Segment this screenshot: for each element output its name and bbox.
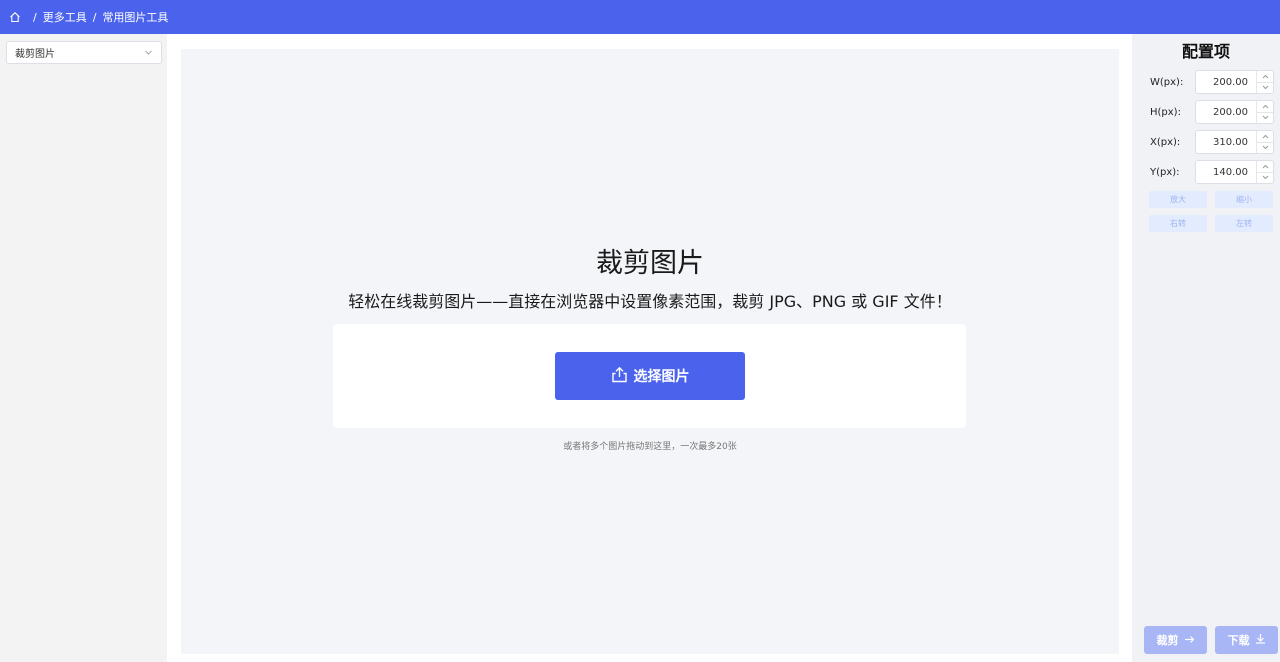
arrow-right-icon: [1184, 634, 1195, 647]
y-input[interactable]: 140.00: [1195, 160, 1274, 184]
width-label: W(px):: [1150, 76, 1184, 88]
left-panel: 裁剪图片: [0, 34, 167, 662]
main-panel: 裁剪图片 轻松在线裁剪图片——直接在浏览器中设置像素范围，裁剪 JPG、PNG …: [167, 34, 1132, 662]
y-stepper: [1256, 161, 1273, 183]
x-label: X(px):: [1150, 136, 1181, 148]
height-value: 200.00: [1213, 106, 1248, 118]
chevron-down-icon: [144, 48, 153, 57]
y-value: 140.00: [1213, 166, 1248, 178]
tool-select-value: 裁剪图片: [15, 49, 55, 60]
breadcrumb-item-image-tools[interactable]: 常用图片工具: [102, 9, 168, 25]
y-label: Y(px):: [1150, 166, 1180, 178]
width-input[interactable]: 200.00: [1195, 70, 1274, 94]
page-title: 裁剪图片: [596, 248, 704, 279]
top-bar: / 更多工具 / 常用图片工具: [0, 0, 1280, 34]
width-value: 200.00: [1213, 76, 1248, 88]
x-row: X(px): 310.00: [1150, 130, 1274, 154]
increment-icon[interactable]: [1257, 101, 1273, 112]
rotate-left-button[interactable]: 左转: [1215, 215, 1273, 232]
dropzone[interactable]: 选择图片: [333, 324, 966, 428]
config-panel: 配置项 W(px): 200.00 H(px): 200.00 X(px): 3…: [1132, 34, 1280, 662]
zoom-in-button[interactable]: 放大: [1149, 191, 1207, 208]
upload-area[interactable]: 裁剪图片 轻松在线裁剪图片——直接在浏览器中设置像素范围，裁剪 JPG、PNG …: [181, 49, 1119, 654]
height-stepper: [1256, 101, 1273, 123]
y-row: Y(px): 140.00: [1150, 160, 1274, 184]
x-input[interactable]: 310.00: [1195, 130, 1274, 154]
height-label: H(px):: [1150, 106, 1181, 118]
crop-button[interactable]: 裁剪: [1144, 626, 1207, 654]
crop-label: 裁剪: [1156, 634, 1179, 647]
height-row: H(px): 200.00: [1150, 100, 1274, 124]
width-row: W(px): 200.00: [1150, 70, 1274, 94]
x-stepper: [1256, 131, 1273, 153]
decrement-icon[interactable]: [1257, 81, 1273, 94]
increment-icon[interactable]: [1257, 71, 1273, 82]
choose-image-label: 选择图片: [633, 369, 690, 385]
x-value: 310.00: [1213, 136, 1248, 148]
breadcrumb-separator: /: [33, 10, 37, 24]
breadcrumb-item-more-tools[interactable]: 更多工具: [43, 9, 87, 25]
decrement-icon[interactable]: [1257, 141, 1273, 154]
download-label: 下载: [1227, 634, 1250, 647]
choose-image-button[interactable]: 选择图片: [555, 352, 745, 400]
breadcrumb-separator: /: [92, 10, 97, 24]
tool-select[interactable]: 裁剪图片: [6, 41, 162, 64]
increment-icon[interactable]: [1257, 161, 1273, 172]
download-icon: [1255, 633, 1266, 647]
config-title: 配置项: [1181, 42, 1230, 61]
decrement-icon[interactable]: [1257, 111, 1273, 124]
zoom-out-button[interactable]: 缩小: [1215, 191, 1273, 208]
download-button[interactable]: 下载: [1215, 626, 1278, 654]
width-stepper: [1256, 71, 1273, 93]
increment-icon[interactable]: [1257, 131, 1273, 142]
page-subtitle: 轻松在线裁剪图片——直接在浏览器中设置像素范围，裁剪 JPG、PNG 或 GIF…: [348, 292, 952, 311]
rotate-right-button[interactable]: 右转: [1149, 215, 1207, 232]
drag-hint: 或者将多个图片拖动到这里，一次最多20张: [563, 442, 737, 452]
home-icon[interactable]: [9, 11, 21, 23]
decrement-icon[interactable]: [1257, 171, 1273, 184]
upload-icon: [611, 366, 628, 387]
height-input[interactable]: 200.00: [1195, 100, 1274, 124]
